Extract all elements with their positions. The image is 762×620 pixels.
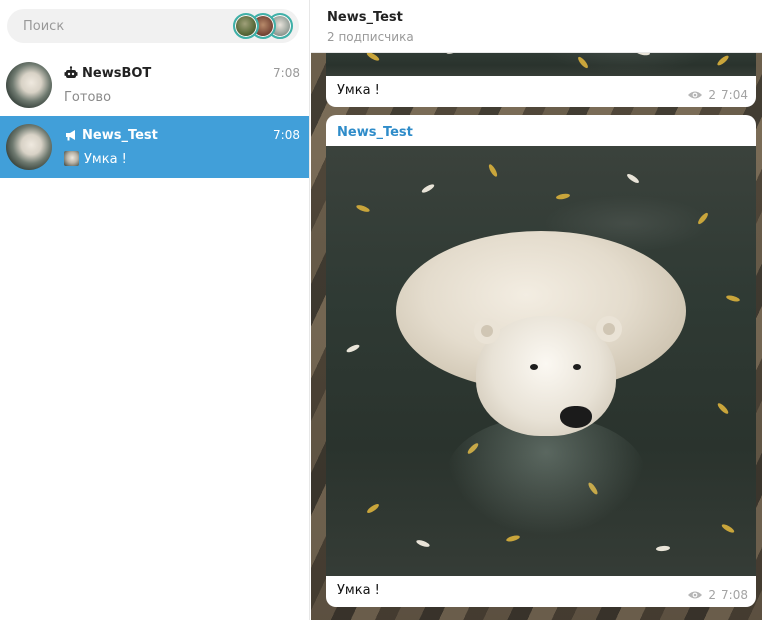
bear-eye [573,364,581,370]
chat-name: News_Test [82,128,158,143]
message-caption: Умка ! [337,583,380,598]
chat-title[interactable]: News_Test [327,10,403,25]
story-avatar[interactable] [233,13,259,39]
message-bubble[interactable]: News_Test Умка ! 2 7:08 [326,115,756,607]
message-meta: 2 7:04 [687,88,748,102]
views-eye-icon [688,591,703,599]
stories-strip[interactable] [233,13,293,39]
bear-eye [530,364,538,370]
message-time: 7:04 [721,88,748,102]
sender-name[interactable]: News_Test [337,125,413,140]
chat-time: 7:08 [273,128,300,142]
chat-name: NewsBOT [82,66,152,81]
bot-icon [64,66,78,78]
chat-preview: Умка ! [84,152,127,167]
polar-bear [326,146,756,576]
message-photo[interactable] [326,146,756,576]
search-box[interactable] [7,9,299,43]
chat-item-newsbot[interactable]: NewsBOT 7:08 Готово [0,54,309,116]
chat-time: 7:08 [273,66,300,80]
photo-thumbnail-icon [64,151,79,166]
bear-ear [474,318,500,344]
chat-list-panel: NewsBOT 7:08 Готово News_Test 7:08 Умка … [0,0,310,620]
chat-header[interactable]: News_Test 2 подписчика [311,0,762,53]
conversation-panel: News_Test 2 подписчика Умка ! 2 7:04 New… [311,0,762,620]
chat-item-news-test[interactable]: News_Test 7:08 Умка ! [0,116,309,178]
subscriber-count: 2 подписчика [327,30,414,44]
message-caption: Умка ! [337,83,380,98]
bear-ear [596,316,622,342]
search-input[interactable] [23,9,223,43]
views-count: 2 [708,588,717,602]
channel-megaphone-icon [66,130,75,141]
avatar [6,62,52,108]
views-eye-icon [688,91,703,99]
avatar [6,124,52,170]
message-meta: 2 7:08 [687,588,748,602]
views-count: 2 [708,88,717,102]
chat-preview: Готово [64,90,112,105]
message-time: 7:08 [721,588,748,602]
bear-nose [560,406,592,428]
